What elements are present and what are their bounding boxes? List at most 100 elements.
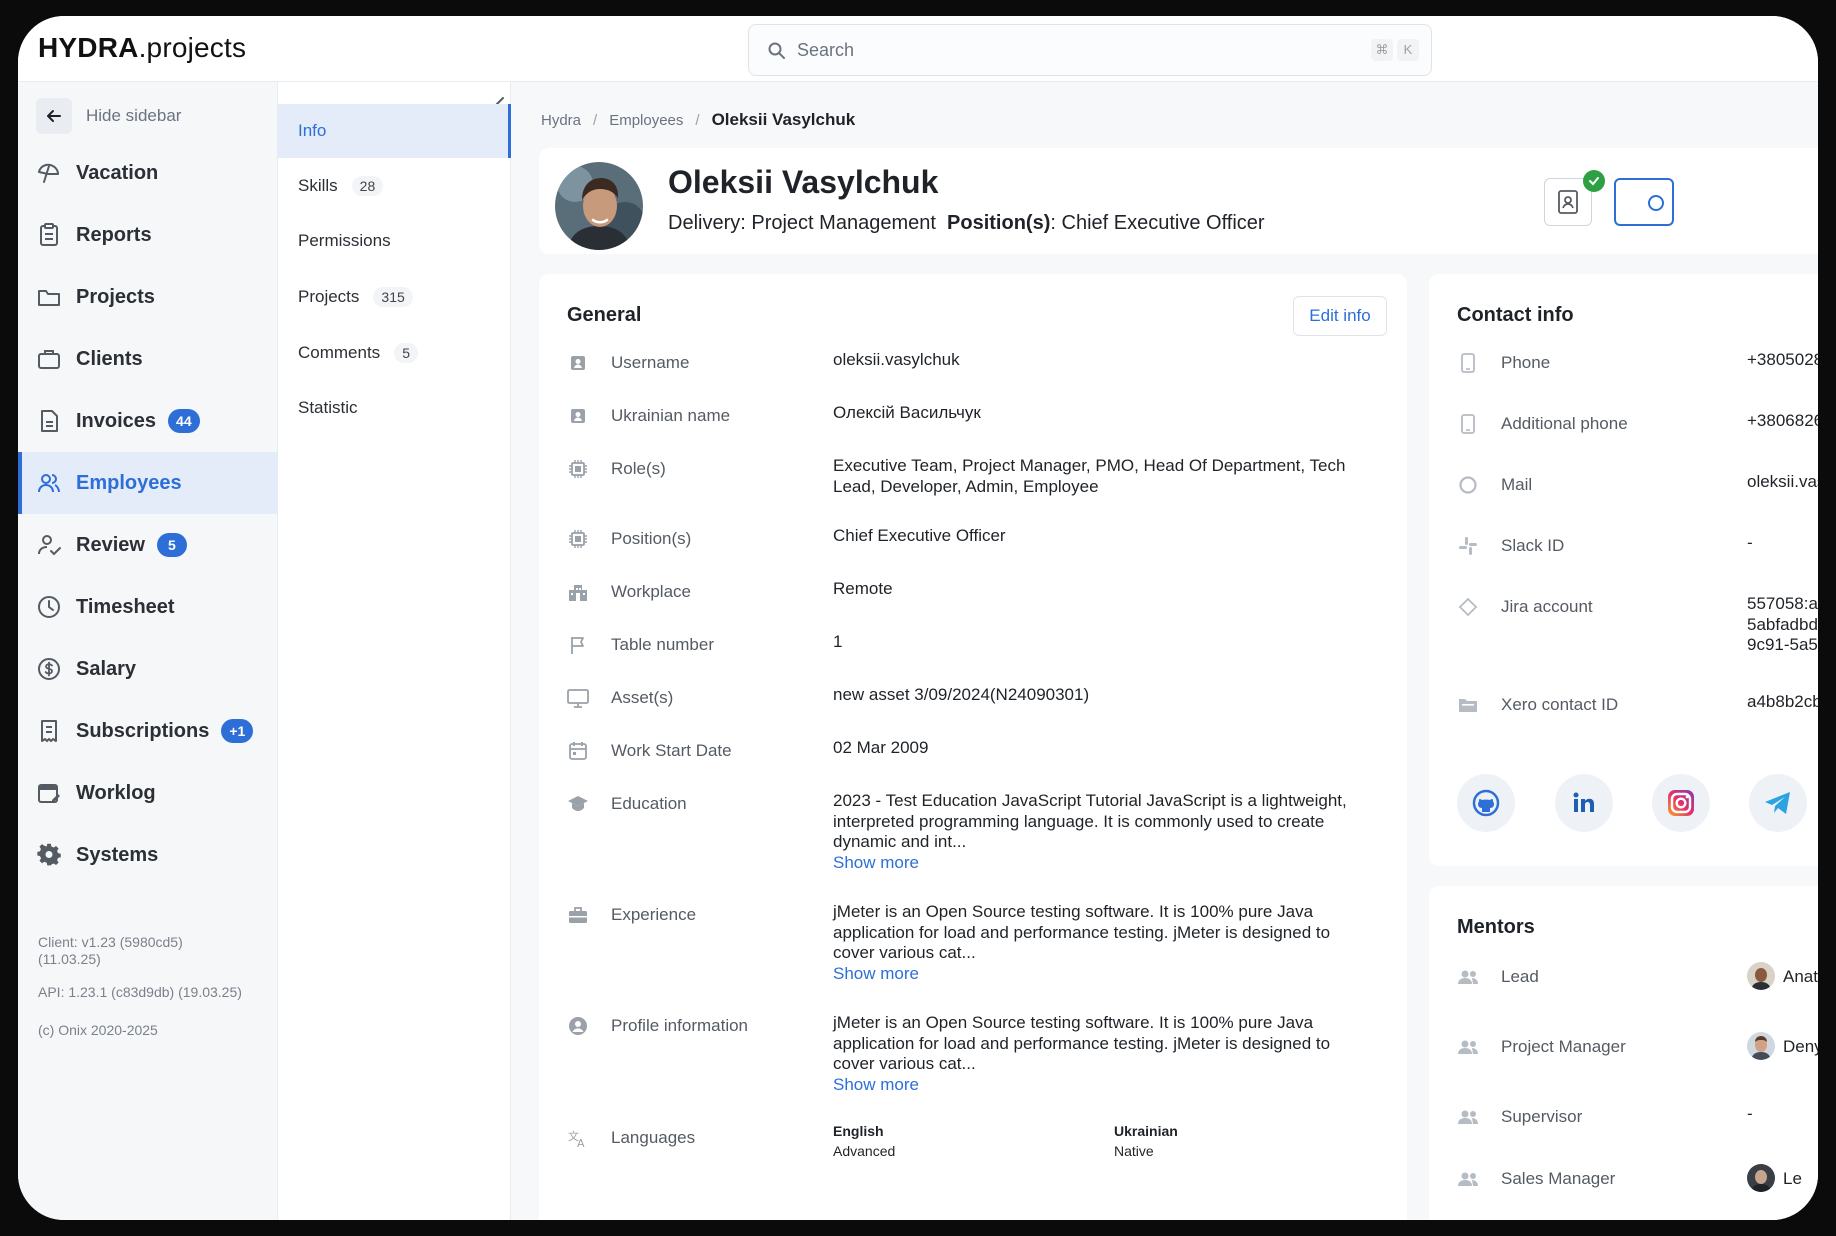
shortcut-key: K <box>1397 39 1419 61</box>
nav-label: Clients <box>76 347 143 370</box>
users-icon <box>1457 1036 1479 1058</box>
education-show-more[interactable]: Show more <box>833 853 919 872</box>
nav-subscriptions[interactable]: Subscriptions +1 <box>18 700 278 762</box>
avatar <box>1747 962 1775 990</box>
review-badge: 5 <box>156 533 187 557</box>
calendar-icon <box>567 740 589 762</box>
umbrella-icon <box>36 160 62 186</box>
mail-value[interactable]: oleksii.vas <box>1747 472 1818 493</box>
work-start-value: 02 Mar 2009 <box>833 738 929 757</box>
employee-subnav: Info Skills 28 Permissions Projects 315 Co… <box>278 82 511 1220</box>
skills-count: 28 <box>351 176 384 196</box>
mail-icon <box>1457 474 1479 496</box>
breadcrumb-employees[interactable]: Employees <box>609 112 683 129</box>
phone-value[interactable]: +3805028 <box>1747 350 1818 371</box>
main-sidebar: Hide sidebar Vacation Reports Projects C… <box>18 82 278 1220</box>
client-version: Client: v1.23 (5980cd5) (11.03.25) <box>38 934 183 967</box>
tab-statistic[interactable]: Statistic <box>278 381 511 435</box>
contact-card-icon <box>1558 190 1578 214</box>
folder-icon <box>1457 694 1479 716</box>
id-card-icon <box>567 405 589 427</box>
gear-icon <box>36 842 62 868</box>
users-icon <box>1457 966 1479 988</box>
lead-name[interactable]: Anato <box>1783 967 1818 987</box>
action-icon <box>1648 195 1664 211</box>
building-icon <box>567 581 589 603</box>
chip-icon <box>567 458 589 480</box>
app-window: HYDRA.projects Search ⌘ K Hide sidebar V… <box>18 16 1818 1220</box>
dollar-icon <box>36 656 62 682</box>
nav-clients[interactable]: Clients <box>18 328 278 390</box>
nav-label: Salary <box>76 657 137 680</box>
document-icon <box>36 408 62 434</box>
profile-info-value: jMeter is an Open Source testing softwar… <box>833 1013 1331 1094</box>
user-circle-icon <box>567 1015 589 1037</box>
tab-projects[interactable]: Projects 315 <box>278 270 511 324</box>
nav-projects[interactable]: Projects <box>18 266 278 328</box>
svg-text:A: A <box>577 1137 585 1148</box>
nav-label: Projects <box>76 285 155 308</box>
shortcut-mod-key: ⌘ <box>1371 39 1393 61</box>
table-number-value: 1 <box>833 632 843 651</box>
nav-invoices[interactable]: Invoices 44 <box>18 390 278 452</box>
experience-value: jMeter is an Open Source testing softwar… <box>833 902 1331 983</box>
briefcase-icon <box>36 346 62 372</box>
nav-review[interactable]: Review 5 <box>18 514 278 576</box>
github-icon[interactable] <box>1457 774 1515 832</box>
app-logo[interactable]: HYDRA.projects <box>38 32 246 64</box>
additional-phone-value[interactable]: +3806826 <box>1747 411 1818 432</box>
project-manager-name[interactable]: Deny <box>1783 1037 1818 1057</box>
phone-icon <box>1457 352 1479 374</box>
breadcrumb-root[interactable]: Hydra <box>541 112 581 129</box>
hide-sidebar-label: Hide sidebar <box>86 106 182 125</box>
general-title: General <box>567 304 642 326</box>
workplace-value: Remote <box>833 579 893 598</box>
nav-reports[interactable]: Reports <box>18 204 278 266</box>
search-input[interactable]: Search ⌘ K <box>748 24 1432 76</box>
tab-permissions[interactable]: Permissions <box>278 214 511 268</box>
nav-worklog[interactable]: Worklog <box>18 762 278 824</box>
tab-skills[interactable]: Skills 28 <box>278 159 511 213</box>
tab-comments[interactable]: Comments 5 <box>278 326 511 380</box>
clipboard-icon <box>36 222 62 248</box>
nav-label: Reports <box>76 223 152 246</box>
telegram-icon[interactable] <box>1749 774 1807 832</box>
experience-show-more[interactable]: Show more <box>833 964 919 983</box>
nav-salary[interactable]: Salary <box>18 638 278 700</box>
sales-manager-name[interactable]: Le <box>1783 1169 1802 1189</box>
nav-label: Subscriptions <box>76 719 210 742</box>
monitor-icon <box>567 687 589 709</box>
edit-info-button[interactable]: Edit info <box>1293 296 1387 336</box>
invoices-badge: 44 <box>168 409 200 433</box>
nav-systems[interactable]: Systems <box>18 824 278 886</box>
api-version: API: 1.23.1 (c83d9db) (19.03.25) <box>38 984 242 1000</box>
language-ukrainian: Ukrainian Native <box>1114 1123 1178 1159</box>
nav-label: Systems <box>76 843 159 866</box>
comments-count: 5 <box>394 343 418 363</box>
profile-info-show-more[interactable]: Show more <box>833 1075 919 1094</box>
top-header: HYDRA.projects Search ⌘ K <box>18 16 1818 82</box>
tab-info[interactable]: Info <box>278 104 511 158</box>
calendar-edit-icon <box>36 780 62 806</box>
breadcrumb-current: Oleksii Vasylchuk <box>711 110 856 129</box>
secondary-action-button[interactable] <box>1614 178 1674 226</box>
linkedin-icon[interactable] <box>1555 774 1613 832</box>
nav-vacation[interactable]: Vacation <box>18 142 278 204</box>
slack-icon <box>1457 535 1479 557</box>
mentors-title: Mentors <box>1457 916 1535 938</box>
search-icon <box>768 42 785 59</box>
users-icon <box>1457 1168 1479 1190</box>
positions-value: Chief Executive Officer <box>833 526 1006 545</box>
asset-link[interactable]: new asset 3/09/2024(N24090301) <box>833 685 1373 706</box>
profile-header: Oleksii Vasylchuk Delivery: Project Mana… <box>539 148 1818 254</box>
arrow-left-icon[interactable] <box>36 98 72 134</box>
id-card-icon <box>567 352 589 374</box>
hide-sidebar-toggle[interactable]: Hide sidebar <box>36 98 181 134</box>
instagram-icon[interactable] <box>1652 774 1710 832</box>
clock-icon <box>36 594 62 620</box>
jira-value: 557058:a 5abfadbd 9c91-5a5 <box>1747 594 1818 654</box>
nav-employees[interactable]: Employees <box>18 452 278 514</box>
translate-icon: 文A <box>567 1127 589 1149</box>
ukrainian-name-value: Олексій Васильчук <box>833 403 981 422</box>
nav-timesheet[interactable]: Timesheet <box>18 576 278 638</box>
